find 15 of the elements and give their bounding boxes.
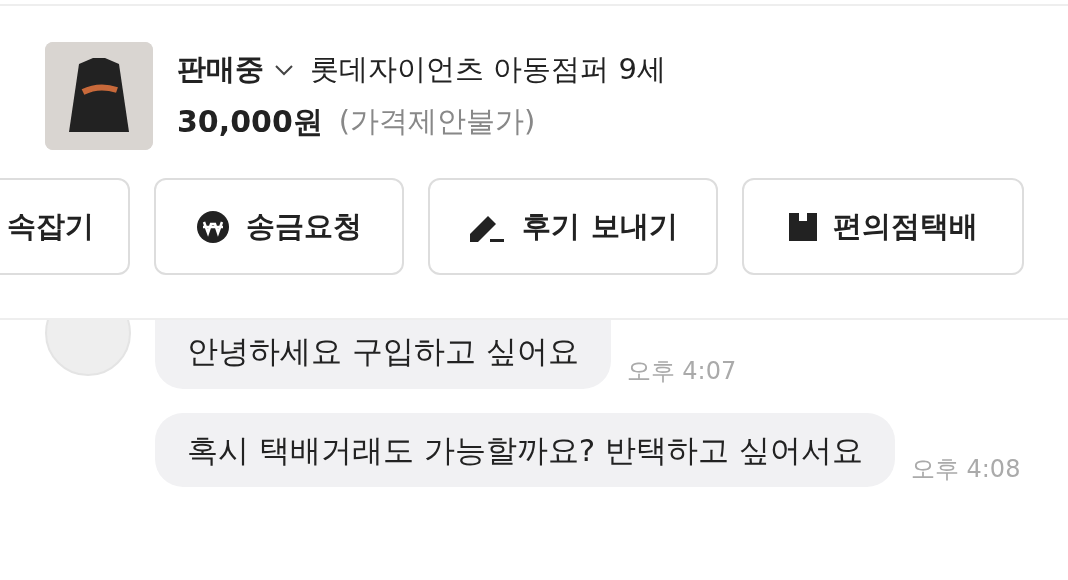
action-button[interactable]: 후기 보내기	[428, 178, 718, 275]
won-coin-icon	[196, 209, 230, 244]
product-price: 30,000원	[177, 103, 323, 142]
message-bubble: 혹시 택배거래도 가능할까요? 반택하고 싶어서요	[155, 412, 895, 487]
message-bubble: 안녕하세요 구입하고 싶어요	[155, 320, 611, 389]
message-time: 오후 4:07	[626, 355, 737, 387]
message-time: 오후 4:08	[910, 454, 1021, 485]
product-title: 롯데자이언츠 아동점퍼 9세	[310, 50, 666, 88]
price-note: (가격제안불가)	[338, 103, 536, 140]
box-icon	[788, 212, 817, 241]
action-button[interactable]: 송금요청	[154, 178, 404, 275]
action-button[interactable]: 편의점택배	[742, 178, 1024, 275]
action-button[interactable]: 속잡기	[0, 178, 130, 275]
chevron-down-icon[interactable]	[274, 63, 294, 76]
sale-status[interactable]: 판매중	[177, 47, 264, 92]
